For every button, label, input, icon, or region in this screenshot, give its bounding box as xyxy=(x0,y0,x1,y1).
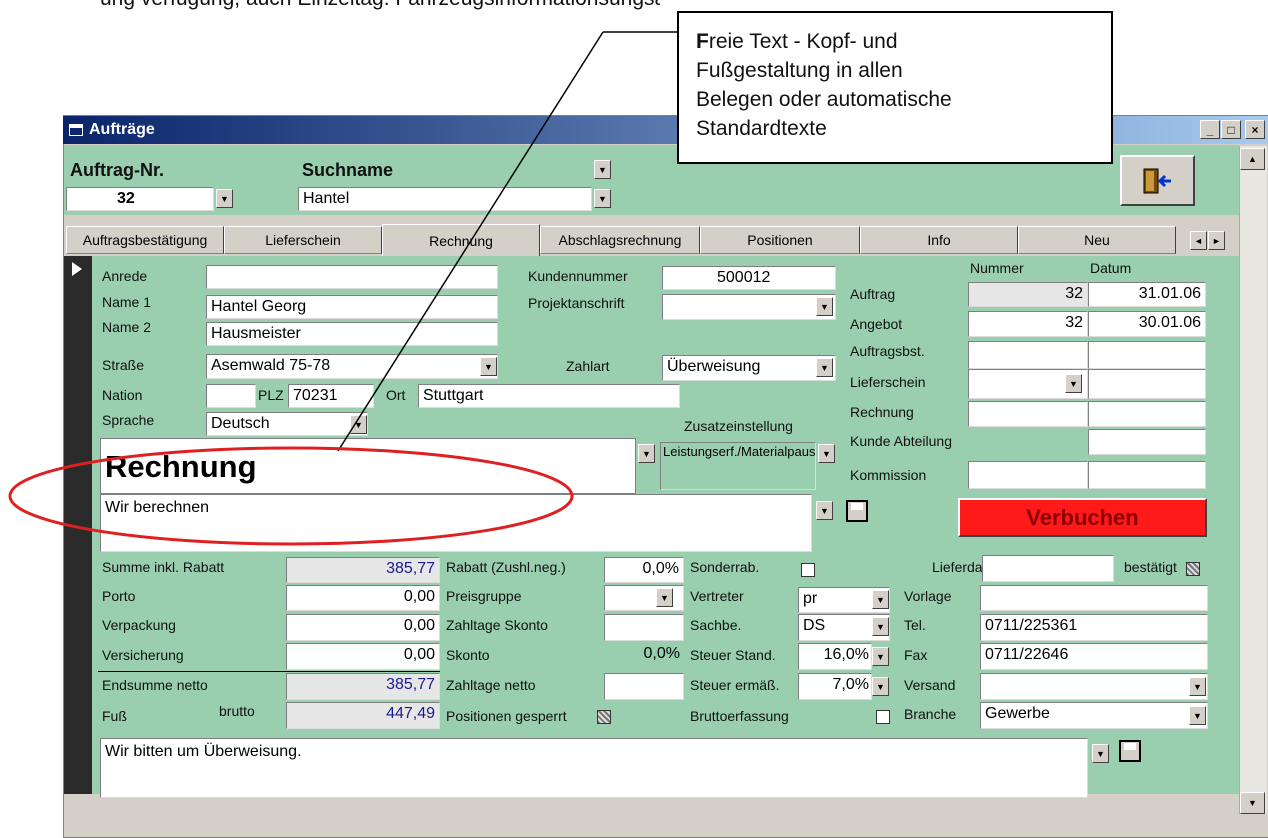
highlight-ellipse xyxy=(8,446,574,546)
callout-pointer-diagonal xyxy=(337,31,604,452)
callout-line-2: Fußgestaltung in allen xyxy=(696,59,903,82)
callout-line-3: Belegen oder automatische xyxy=(696,88,952,111)
callout-box: Freie Text - Kopf- und Fußgestaltung in … xyxy=(677,11,1113,164)
callout-line-4: Standardtexte xyxy=(696,117,827,140)
callout-line-1: reie Text - Kopf- und xyxy=(708,30,898,53)
callout-first-letter: F xyxy=(696,30,709,53)
